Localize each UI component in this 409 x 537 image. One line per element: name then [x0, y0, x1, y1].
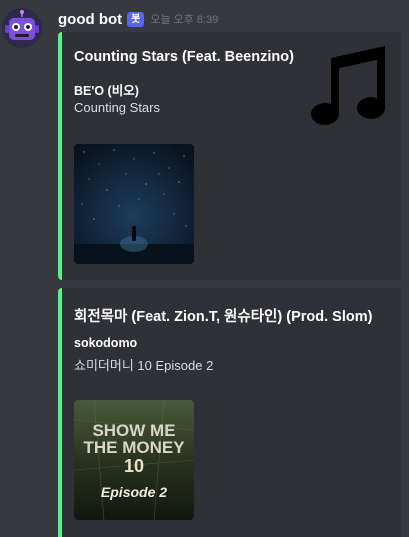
- username[interactable]: good bot: [58, 11, 122, 28]
- embed-artist: BE'O (비오): [74, 84, 139, 98]
- embed-artist: sokodomo: [74, 336, 138, 350]
- embed-thumbnail[interactable]: [303, 44, 387, 128]
- svg-text:10: 10: [124, 456, 144, 476]
- song-embed: 회전목마 (Feat. Zion.T, 원슈타인) (Prod. Slom) s…: [58, 288, 401, 537]
- svg-text:THE MONEY: THE MONEY: [83, 438, 185, 457]
- svg-text:Episode 2: Episode 2: [101, 484, 167, 500]
- embed-album: 쇼미더머니 10 Episode 2: [74, 358, 214, 373]
- bot-avatar[interactable]: [2, 8, 42, 48]
- embed-album: Counting Stars: [74, 100, 160, 115]
- music-note-icon: [311, 46, 385, 125]
- robot-face-icon: [2, 8, 42, 48]
- embed-title: 회전목마 (Feat. Zion.T, 원슈타인) (Prod. Slom): [74, 309, 373, 325]
- timestamp: 오늘 오후 8:39: [150, 14, 219, 26]
- album-art-image[interactable]: SHOW ME THE MONEY 10 Episode 2: [74, 400, 194, 520]
- chat-message: good bot 봇 오늘 오후 8:39 Counting Stars (Fe…: [0, 0, 409, 537]
- message-header: good bot 봇 오늘 오후 8:39: [58, 9, 218, 29]
- embed-title: Counting Stars (Feat. Beenzino): [74, 49, 294, 65]
- album-art-image[interactable]: [74, 144, 194, 264]
- bot-tag: 봇: [127, 11, 145, 27]
- song-embed: Counting Stars (Feat. Beenzino) BE'O (비오…: [58, 32, 401, 280]
